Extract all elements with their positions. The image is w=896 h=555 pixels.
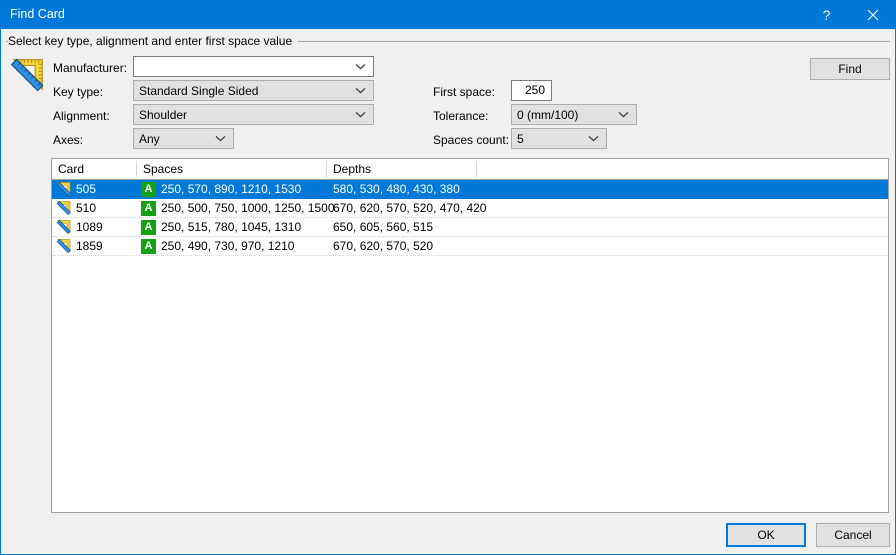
cell-spaces: A 250, 570, 890, 1210, 1530 xyxy=(137,180,327,198)
find-button[interactable]: Find xyxy=(810,58,890,80)
table-row[interactable]: 1089 A 250, 515, 780, 1045, 1310 650, 605, … xyxy=(52,218,888,237)
key-type-combobox[interactable]: Standard Single Sided xyxy=(133,80,374,101)
chevron-down-icon xyxy=(352,87,373,94)
cell-depths: 650, 605, 560, 515 xyxy=(327,218,477,236)
cancel-button[interactable]: Cancel xyxy=(816,523,890,547)
chevron-down-icon xyxy=(585,135,606,142)
listview-body: 505 A 250, 570, 890, 1210, 1530 580, 530, 4… xyxy=(52,180,888,256)
axis-badge: A xyxy=(141,239,156,254)
spaces-values: 250, 570, 890, 1210, 1530 xyxy=(161,180,301,198)
cell-card: 505 xyxy=(52,180,137,198)
card-number: 1859 xyxy=(76,237,103,255)
listview-header: Card Spaces Depths xyxy=(52,159,888,180)
manufacturer-label: Manufacturer: xyxy=(53,61,127,75)
table-row[interactable]: 505 A 250, 570, 890, 1210, 1530 580, 530, 4… xyxy=(52,180,888,199)
table-row[interactable]: 510A250, 500, 750, 1000, 1250, 1500670, … xyxy=(52,199,888,218)
column-header-extra[interactable] xyxy=(477,159,888,179)
cell-extra xyxy=(477,237,677,255)
tolerance-label: Tolerance: xyxy=(433,109,488,123)
close-icon xyxy=(867,9,879,21)
axes-label: Axes: xyxy=(53,133,83,147)
results-listview[interactable]: Card Spaces Depths 505 A 250, 570, 890, 12… xyxy=(51,158,889,513)
table-row[interactable]: 1859 A 250, 490, 730, 970, 1210 670, 620, 5… xyxy=(52,237,888,256)
column-header-depths[interactable]: Depths xyxy=(327,159,477,179)
column-header-card[interactable]: Card xyxy=(52,159,137,179)
depths-values: 650, 605, 560, 515 xyxy=(333,218,433,236)
cell-card: 1859 xyxy=(52,237,137,255)
help-button[interactable]: ? xyxy=(804,1,849,29)
window-title: Find Card xyxy=(10,7,65,21)
card-number: 1089 xyxy=(76,218,103,236)
alignment-value: Shoulder xyxy=(134,108,352,122)
cell-extra xyxy=(477,180,677,198)
cell-depths: 670, 620, 570, 520, 470, 420 xyxy=(327,199,477,217)
depths-values: 670, 620, 570, 520, 470, 420 xyxy=(333,199,486,217)
ruler-set-square-icon xyxy=(56,219,72,235)
first-space-input[interactable]: 250 xyxy=(511,80,552,101)
ok-button[interactable]: OK xyxy=(726,523,806,547)
axes-value: Any xyxy=(134,132,212,146)
cell-depths: 670, 620, 570, 520 xyxy=(327,237,477,255)
card-number: 505 xyxy=(76,180,96,198)
ruler-set-square-icon xyxy=(9,56,47,94)
depths-values: 580, 530, 480, 430, 380 xyxy=(333,180,460,198)
axis-badge: A xyxy=(141,220,156,235)
spaces-count-label: Spaces count: xyxy=(433,133,509,147)
cell-spaces: A 250, 515, 780, 1045, 1310 xyxy=(137,218,327,236)
tolerance-combobox[interactable]: 0 (mm/100) xyxy=(511,104,637,125)
alignment-combobox[interactable]: Shoulder xyxy=(133,104,374,125)
chevron-down-icon xyxy=(615,111,636,118)
cell-extra xyxy=(477,218,677,236)
ruler-set-square-icon xyxy=(56,200,72,216)
ruler-set-square-icon xyxy=(56,238,72,254)
depths-values: 670, 620, 570, 520 xyxy=(333,237,433,255)
manufacturer-combobox[interactable] xyxy=(133,56,374,77)
column-header-spaces[interactable]: Spaces xyxy=(137,159,327,179)
spaces-count-value: 5 xyxy=(512,132,585,146)
tolerance-value: 0 (mm/100) xyxy=(512,108,615,122)
find-card-dialog: Find Card ? Select key type, alignment a… xyxy=(0,0,896,555)
cell-extra xyxy=(477,199,677,217)
chevron-down-icon xyxy=(212,135,233,142)
ruler-set-square-icon xyxy=(56,181,72,197)
first-space-label: First space: xyxy=(433,85,495,99)
help-question-icon: ? xyxy=(823,8,831,22)
card-number: 510 xyxy=(76,199,96,217)
close-button[interactable] xyxy=(850,1,895,29)
chevron-down-icon xyxy=(352,63,373,70)
spaces-values: 250, 490, 730, 970, 1210 xyxy=(161,237,294,255)
spaces-values: 250, 500, 750, 1000, 1250, 1500 xyxy=(161,199,335,217)
axis-badge: A xyxy=(141,182,156,197)
key-type-value: Standard Single Sided xyxy=(134,84,352,98)
cell-card: 510 xyxy=(52,199,137,217)
alignment-label: Alignment: xyxy=(53,109,110,123)
cell-depths: 580, 530, 480, 430, 380 xyxy=(327,180,477,198)
chevron-down-icon xyxy=(352,111,373,118)
axes-combobox[interactable]: Any xyxy=(133,128,234,149)
spaces-values: 250, 515, 780, 1045, 1310 xyxy=(161,218,301,236)
groupbox-label: Select key type, alignment and enter fir… xyxy=(8,34,298,48)
cell-spaces: A250, 500, 750, 1000, 1250, 1500 xyxy=(137,199,327,217)
cell-card: 1089 xyxy=(52,218,137,236)
cell-spaces: A 250, 490, 730, 970, 1210 xyxy=(137,237,327,255)
spaces-count-combobox[interactable]: 5 xyxy=(511,128,607,149)
title-bar[interactable]: Find Card ? xyxy=(1,1,895,29)
key-type-label: Key type: xyxy=(53,85,103,99)
axis-badge: A xyxy=(141,201,156,216)
